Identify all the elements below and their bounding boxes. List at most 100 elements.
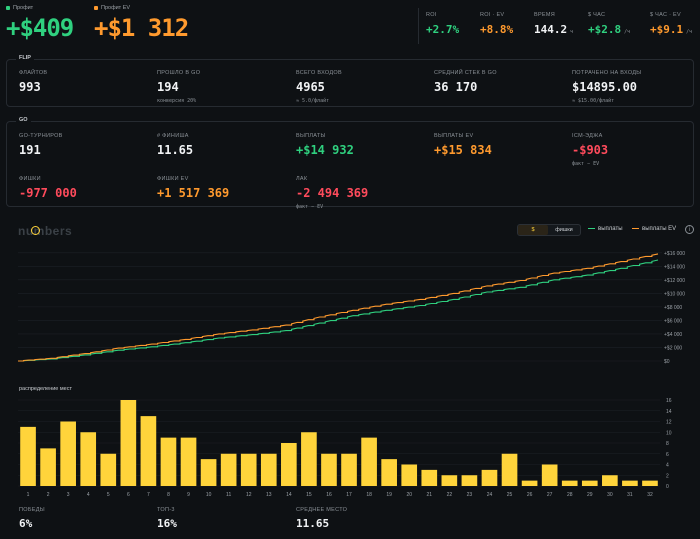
bar-chart-y-tick: 16: [666, 398, 672, 404]
bar-chart-x-tick: 5: [107, 492, 110, 498]
flip-stat: СРЕДНИЙ СТЕК В GO 36 170: [434, 70, 497, 94]
flip-stat-value: 993: [19, 80, 41, 94]
flip-stat-label: ПОТРАЧЕНО НА ВХОДЫ: [572, 70, 642, 76]
header-stat-unit: /ч: [624, 29, 631, 35]
line-chart-y-tick: +$4 000: [664, 332, 682, 338]
bar-chart-y-tick: 0: [666, 484, 669, 490]
bar-chart-x-tick: 20: [406, 492, 412, 498]
cumulative-payouts-chart: $0 +$2 000 +$4 000 +$6 000 +$8 000 +$10 000 +$…: [18, 251, 685, 365]
bar-chart-x-tick: 15: [306, 492, 312, 498]
go-stat: ЛАК -2 494 369 факт − EV: [296, 176, 368, 210]
go-stat-value: +1 517 369: [157, 186, 230, 200]
place-bar: [200, 459, 217, 486]
bar-chart-x-tick: 11: [226, 492, 231, 498]
toggle-chips[interactable]: фишки: [548, 225, 580, 235]
line-chart-y-tick: +$14 000: [664, 264, 685, 270]
header-stats: ROI +2.7% ROI · EV +8.8% ВРЕМЯ 144.2 ч $ ЧАС +$2…: [426, 12, 696, 42]
bar-chart-x-tick: 14: [286, 492, 292, 498]
go-stat-sub: факт − EV: [296, 204, 324, 210]
header-stat-value: +2.7%: [426, 23, 459, 36]
header-stat-unit: /ч: [686, 29, 693, 35]
place-bar: [120, 400, 137, 486]
bar-chart-x-tick: 16: [326, 492, 332, 498]
place-bar: [421, 469, 438, 486]
toggle-dollar[interactable]: $: [518, 225, 548, 235]
go-stat: # ФИНИША 11.65: [157, 133, 193, 157]
legend-payouts-ev: выплаты EV: [632, 226, 676, 232]
legend-payouts: выплаты: [588, 226, 623, 232]
go-stat-value: 11.65: [157, 143, 194, 157]
flip-stat-sub: конверсия 20%: [157, 98, 197, 104]
bar-chart-x-tick: 30: [607, 492, 613, 498]
go-stat-value: 191: [19, 143, 41, 157]
flip-stat-label: ВСЕГО ВХОДОВ: [296, 70, 342, 76]
logo-ring-icon: [31, 226, 40, 235]
bar-chart-x-tick: 31: [627, 492, 633, 498]
go-stat: ВЫПЛАТЫ +$14 932: [296, 133, 354, 157]
line-chart-y-tick: +$10 000: [664, 291, 685, 297]
place-bar: [541, 464, 558, 486]
place-bar: [240, 453, 257, 486]
flip-stat-value: $14895.00: [572, 80, 638, 94]
place-bar: [220, 453, 237, 486]
go-stat: ВЫПЛАТЫ EV +$15 834: [434, 133, 492, 157]
go-section-tag: GO: [16, 117, 31, 123]
place-bar: [602, 475, 618, 486]
bottom-stat-value: 11.65: [296, 517, 330, 530]
header-stat-value: +$9.1/ч: [650, 23, 692, 36]
flip-stat-value: 36 170: [434, 80, 478, 94]
line-chart-y-tick: +$6 000: [664, 318, 682, 324]
place-bar: [140, 416, 157, 486]
go-stat: GO-ТУРНИРОВ 191: [19, 133, 63, 157]
currency-toggle[interactable]: $ фишки: [517, 224, 581, 236]
bar-chart-x-tick: 6: [127, 492, 130, 498]
header-divider: [418, 8, 419, 44]
place-bar: [441, 475, 458, 486]
go-stat-label: ВЫПЛАТЫ EV: [434, 133, 474, 139]
go-stat: ФИШКИ EV +1 517 369: [157, 176, 229, 200]
place-bar: [60, 421, 76, 486]
bar-chart-x-tick: 21: [427, 492, 433, 498]
place-bar: [341, 453, 357, 486]
header-stat: $ ЧАС +$2.8/ч: [588, 12, 630, 36]
info-icon[interactable]: i: [685, 225, 694, 234]
bar-chart-x-tick: 27: [547, 492, 553, 498]
bar-chart-x-tick: 4: [87, 492, 90, 498]
header-stat-value: +$2.8/ч: [588, 23, 630, 36]
place-bar: [381, 459, 397, 486]
legend-payouts-ev-swatch: [632, 227, 639, 230]
bar-chart-y-tick: 10: [666, 430, 672, 436]
profit-ev-block: Профит EV +$1 312: [94, 5, 189, 42]
header-stat-number: +$9.1: [650, 23, 684, 36]
header-stat-label: ВРЕМЯ: [534, 12, 556, 18]
bottom-stat: СРЕДНЕЕ МЕСТО 11.65: [296, 507, 347, 530]
bar-chart-x-tick: 23: [467, 492, 473, 498]
bottom-stat-label: ПОБЕДЫ: [19, 507, 45, 513]
place-bar: [321, 453, 337, 486]
flip-stat: ФЛАЙТОВ 993: [19, 70, 47, 94]
bar-chart-y-tick: 8: [666, 441, 669, 447]
place-bar: [501, 453, 518, 486]
go-stat-value: -2 494 369: [296, 186, 369, 200]
flip-stat: ПОТРАЧЕНО НА ВХОДЫ $14895.00 ≈ $15.00/флай…: [572, 70, 641, 104]
profit-block: Профит +$409: [6, 5, 74, 42]
header-stat-value: +8.8%: [480, 23, 513, 36]
place-bar: [100, 453, 117, 486]
bar-chart-x-tick: 9: [187, 492, 190, 498]
go-stat-label: ICM-ЭДЖА: [572, 133, 603, 139]
bar-chart-x-tick: 24: [487, 492, 493, 498]
bar-chart-x-tick: 13: [266, 492, 272, 498]
flip-stat: ПРОШЛО В GO 194 конверсия 20%: [157, 70, 200, 104]
flip-stat-label: ФЛАЙТОВ: [19, 70, 48, 76]
places-distribution-chart: 02468101214161 2 3 4 5 6 7 8 9 10 11 12 13 14 15 16 17 18…: [18, 398, 672, 498]
header-stat-label: ROI: [426, 12, 437, 18]
header-stat-number: +2.7%: [426, 23, 460, 36]
go-stat-value: -$903: [572, 143, 609, 157]
header-stat-label: $ ЧАС · EV: [650, 12, 681, 18]
series-line-payouts-ev: [18, 253, 659, 362]
bottom-stat-label: ТОП-3: [157, 507, 175, 513]
place-bar: [561, 480, 578, 486]
flip-stat-value: 194: [157, 80, 179, 94]
go-stat-value: +$15 834: [434, 143, 492, 157]
bar-chart-x-tick: 3: [67, 492, 70, 498]
